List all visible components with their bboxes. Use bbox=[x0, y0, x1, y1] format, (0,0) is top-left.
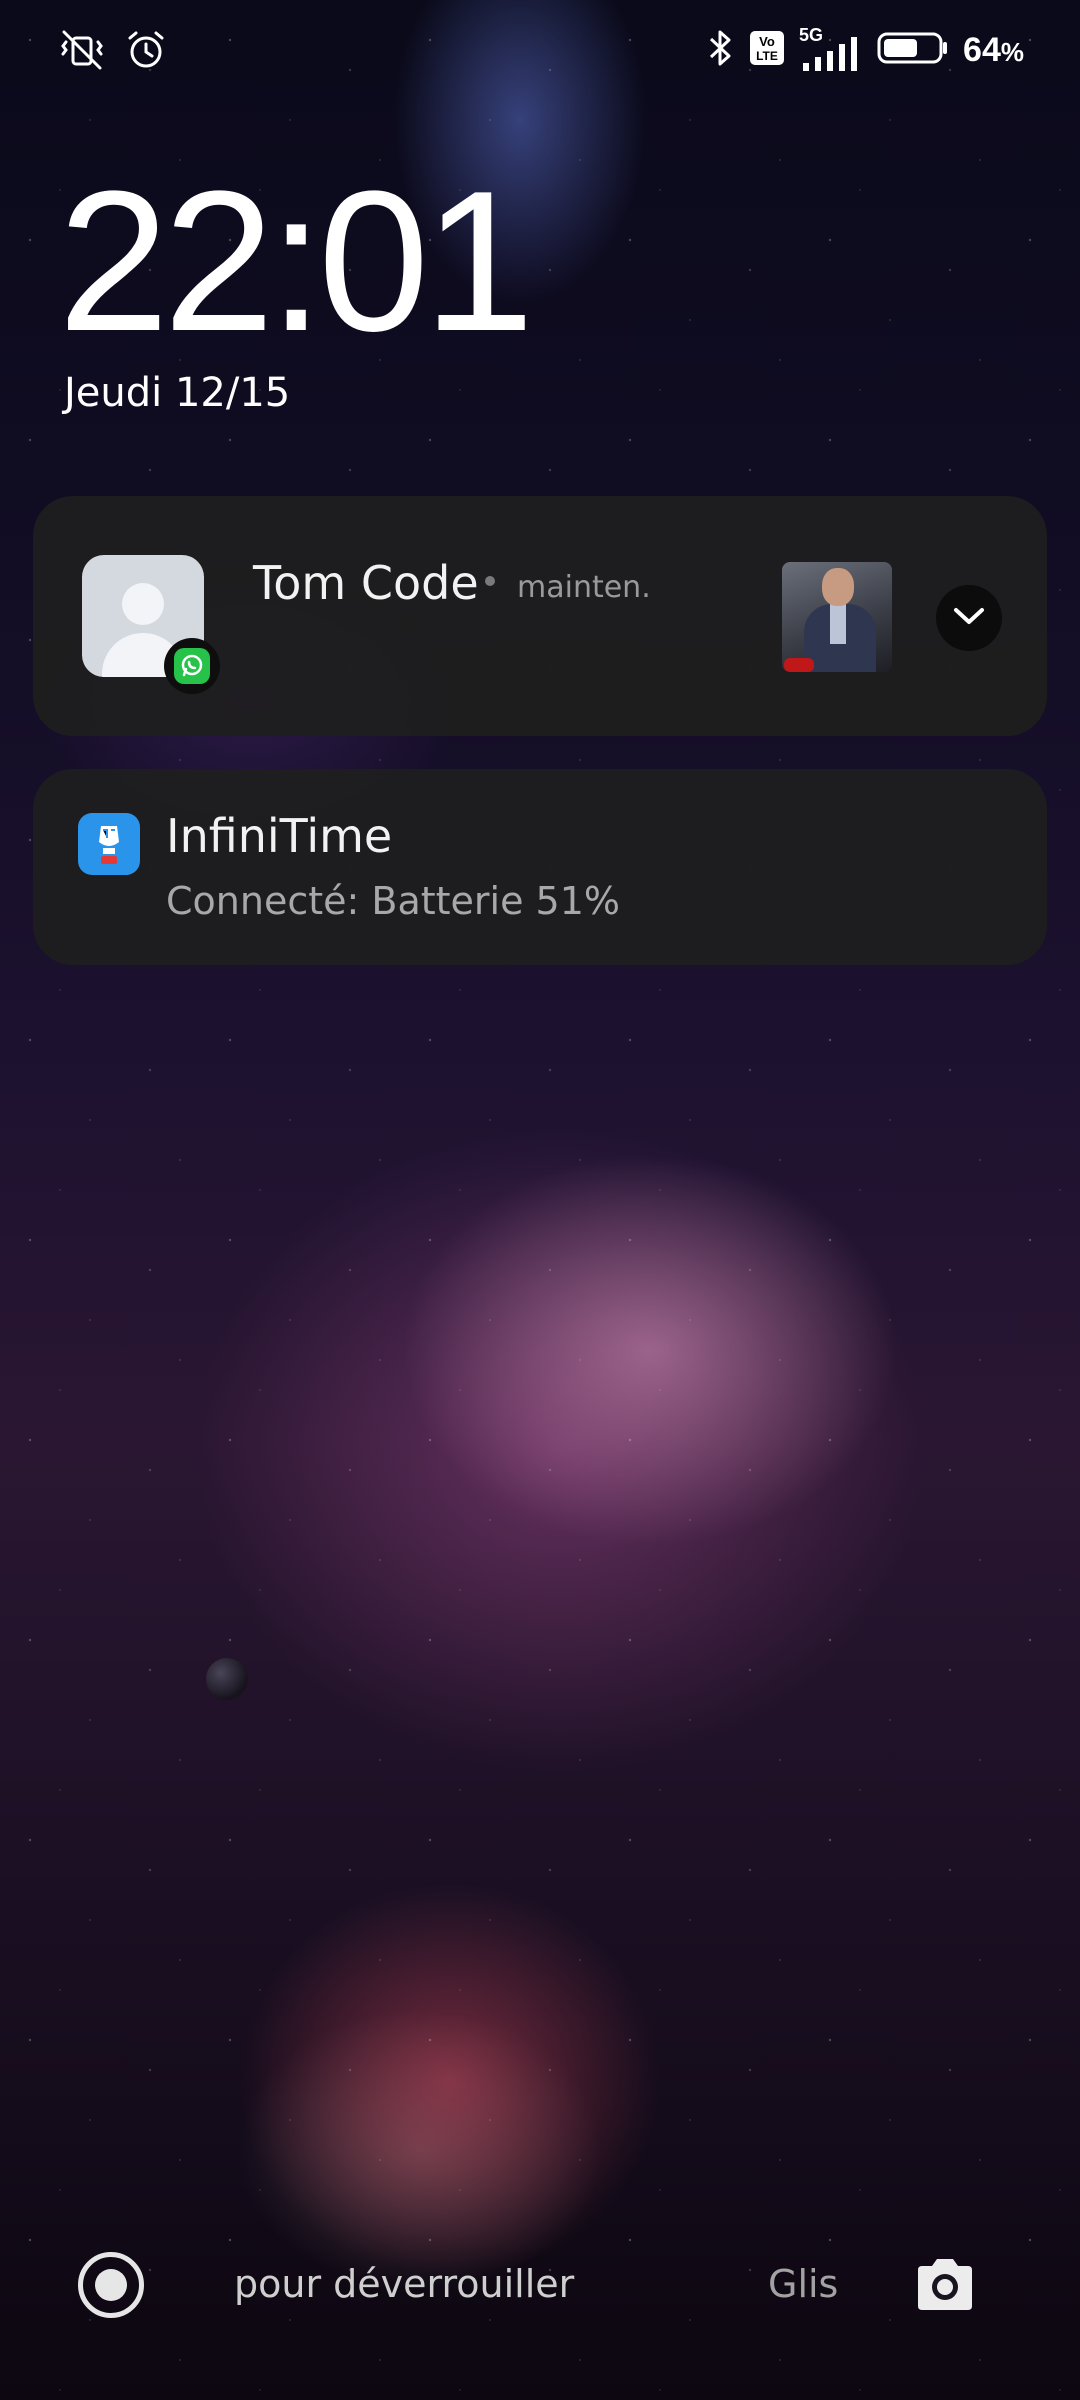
lockscreen: Vo LTE 5G 64% 22:01 Jeudi 12/15 Tom Code… bbox=[0, 0, 1080, 2400]
lockscreen-date: Jeudi 12/15 bbox=[64, 370, 291, 416]
whatsapp-badge bbox=[164, 638, 220, 694]
notification-text: Connecté: Batterie 51% bbox=[166, 879, 621, 923]
notification-sender: Tom Code bbox=[253, 556, 479, 610]
notification-title: InfiniTime bbox=[166, 809, 393, 863]
status-bar: Vo LTE 5G 64% bbox=[0, 24, 1080, 84]
battery-percentage: 64% bbox=[963, 31, 1024, 70]
expand-notification-button[interactable] bbox=[936, 585, 1002, 651]
volte-icon: Vo LTE bbox=[749, 29, 785, 72]
lockscreen-clock: 22:01 bbox=[58, 150, 534, 373]
whatsapp-icon bbox=[174, 648, 210, 684]
alarm-icon bbox=[126, 30, 166, 75]
svg-text:LTE: LTE bbox=[756, 49, 778, 63]
notification-whatsapp[interactable]: Tom Code mainten. bbox=[33, 496, 1047, 736]
notification-infinitime[interactable]: InfiniTime Connecté: Batterie 51% bbox=[33, 769, 1047, 965]
separator-dot bbox=[485, 576, 495, 586]
status-left-icons bbox=[60, 30, 166, 75]
unlock-hint: pour déverrouiller bbox=[234, 2262, 575, 2306]
status-right-icons: Vo LTE 5G 64% bbox=[707, 25, 1024, 73]
svg-text:Vo: Vo bbox=[759, 34, 775, 49]
thumbnail-face bbox=[822, 568, 854, 606]
wallpaper-planet bbox=[206, 1658, 248, 1700]
avatar-head bbox=[122, 583, 164, 625]
shortcut-circle-inner bbox=[95, 2269, 127, 2301]
chevron-down-icon bbox=[952, 605, 986, 632]
infinitime-icon bbox=[78, 813, 140, 875]
notification-time: mainten. bbox=[517, 570, 651, 605]
notification-thumbnail[interactable] bbox=[782, 562, 892, 672]
thumbnail-shirt bbox=[830, 604, 846, 644]
vibrate-off-icon bbox=[60, 30, 104, 75]
thumbnail-red-mark bbox=[784, 658, 814, 672]
swipe-hint: Glis bbox=[768, 2262, 839, 2306]
signal-5g-icon: 5G bbox=[799, 25, 863, 73]
battery-value: 64 bbox=[963, 31, 1001, 69]
camera-icon[interactable] bbox=[912, 2254, 978, 2316]
battery-unit: % bbox=[1000, 37, 1024, 67]
battery-icon bbox=[877, 30, 949, 71]
bluetooth-icon bbox=[707, 28, 735, 73]
shortcut-circle-icon[interactable] bbox=[78, 2252, 144, 2318]
